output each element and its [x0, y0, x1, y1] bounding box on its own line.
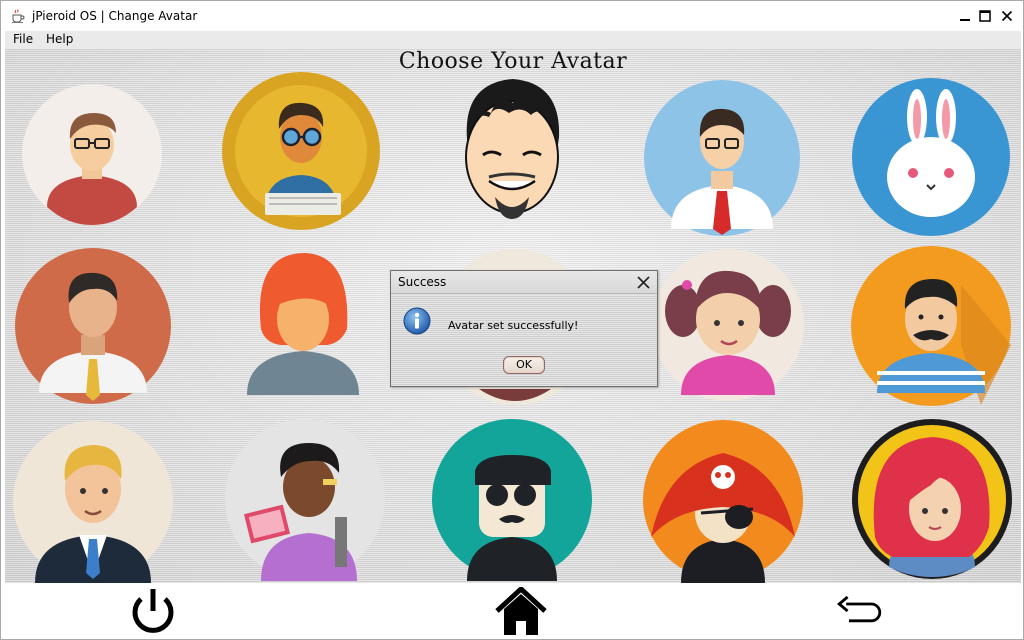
avatar-sunglasses-mustache-man[interactable]	[431, 417, 593, 581]
avatar-bunny[interactable]	[851, 77, 1011, 237]
avatar-businessman-red-tie[interactable]	[643, 79, 801, 237]
avatar-man-glasses-red-shirt[interactable]	[21, 83, 163, 225]
avatar-hipster-laptop[interactable]	[221, 71, 381, 231]
avatar-mustache-sailor[interactable]	[851, 245, 1011, 407]
avatar-reading-student[interactable]	[225, 417, 385, 581]
info-icon	[403, 307, 431, 335]
window-title: jPieroid OS | Change Avatar	[32, 9, 198, 23]
dialog-message: Avatar set successfully!	[448, 319, 579, 332]
ok-button[interactable]: OK	[503, 356, 545, 374]
menu-bar: File Help	[5, 31, 1021, 49]
dialog-title: Success	[398, 275, 447, 289]
bottom-bar	[5, 583, 1021, 637]
close-window-button[interactable]	[996, 5, 1018, 27]
dialog-body: Avatar set successfully! OK	[391, 295, 657, 386]
dialog-title-bar: Success	[391, 271, 657, 294]
menu-help[interactable]: Help	[46, 32, 73, 46]
app-window: jPieroid OS | Change Avatar File Help Ch…	[0, 0, 1024, 640]
avatar-redhead-girl-yellow[interactable]	[851, 417, 1013, 581]
coffee-cup-icon	[12, 9, 25, 23]
minimize-icon	[960, 19, 970, 21]
success-dialog: Success Avatar set successfully! OK	[390, 270, 658, 387]
menu-file[interactable]: File	[13, 32, 33, 46]
avatar-cartoon-man-sketch[interactable]	[449, 69, 575, 235]
avatar-girl-pigtails[interactable]	[651, 245, 805, 405]
avatar-redhead-woman[interactable]	[241, 249, 365, 395]
back-arrow-icon[interactable]	[835, 587, 891, 635]
home-icon[interactable]	[493, 587, 549, 635]
avatar-pirate[interactable]	[641, 417, 805, 583]
avatar-blond-businessman[interactable]	[13, 419, 173, 583]
power-icon[interactable]	[125, 587, 181, 635]
minimize-button[interactable]	[954, 5, 976, 27]
maximize-icon	[979, 10, 991, 22]
close-icon	[1001, 10, 1013, 22]
avatar-man-yellow-tie[interactable]	[13, 247, 173, 405]
title-bar: jPieroid OS | Change Avatar	[1, 1, 1023, 31]
dialog-close-icon[interactable]	[635, 274, 652, 291]
maximize-button[interactable]	[974, 5, 996, 27]
